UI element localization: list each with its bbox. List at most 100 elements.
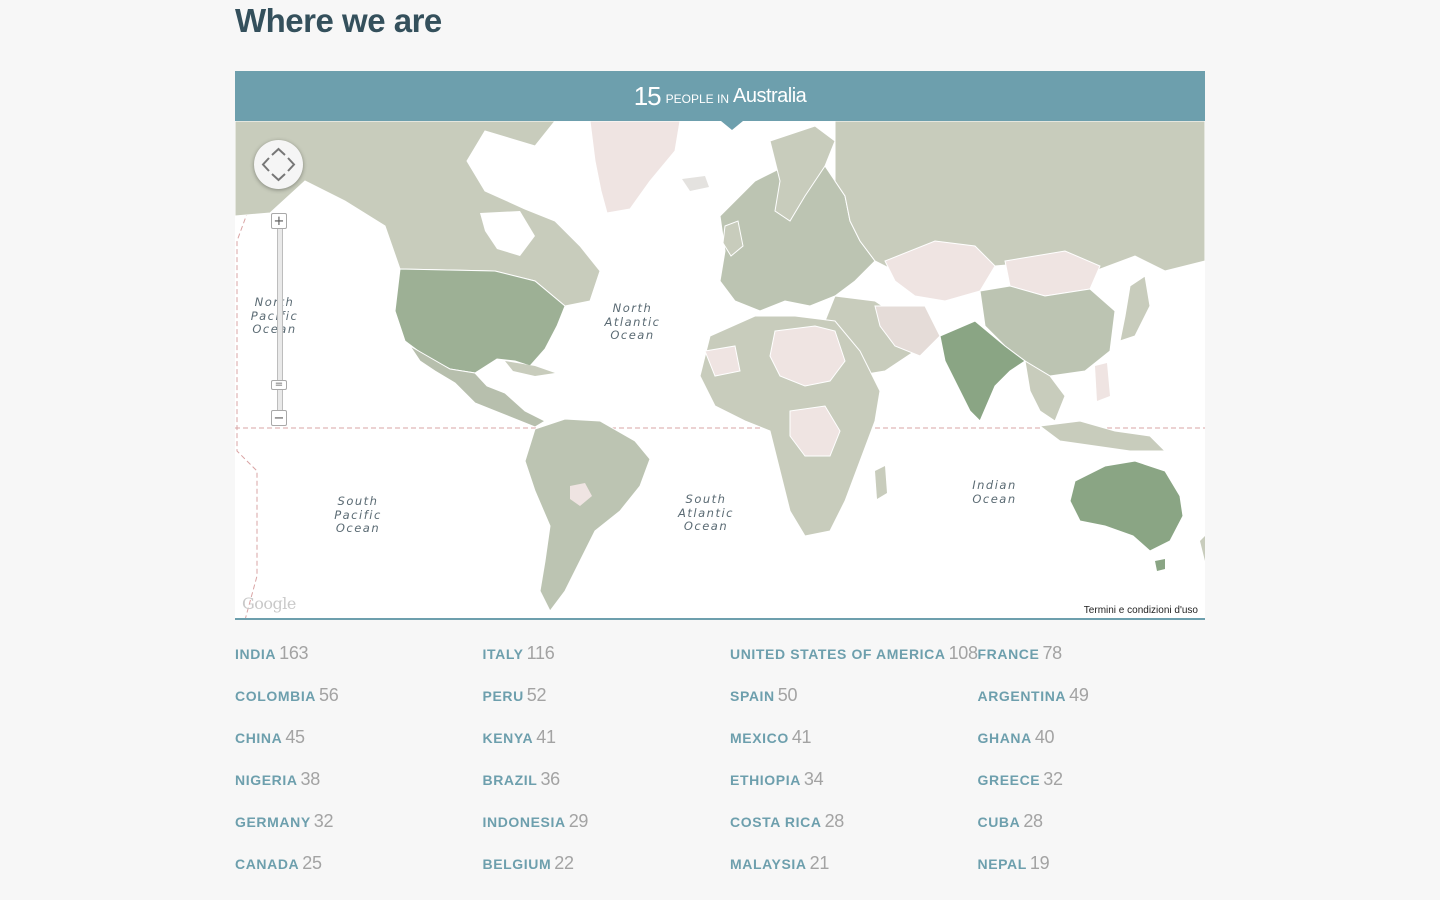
country-count: 32 [1043, 769, 1063, 789]
zoom-in-button[interactable]: + [271, 213, 287, 229]
country-name: Brazil [482, 772, 538, 788]
country-stat[interactable]: Indonesia 29 [483, 808, 731, 850]
country-count: 41 [536, 727, 556, 747]
google-logo[interactable]: Google [242, 594, 296, 613]
country-count: 41 [791, 727, 812, 747]
country-stat[interactable]: Germany 32 [235, 808, 483, 850]
country-name: Mexico [730, 730, 789, 746]
country-stat[interactable]: United States of America 108 [730, 640, 978, 682]
country-stat[interactable]: Peru 52 [483, 682, 731, 724]
world-map-graphic [235, 121, 1205, 618]
country-stat[interactable]: Argentina 49 [978, 682, 1226, 724]
country-stat[interactable]: Greece 32 [978, 766, 1226, 808]
country-count: 45 [285, 727, 305, 747]
country-stat[interactable]: Italy 116 [483, 640, 731, 682]
country-stat[interactable]: Kenya 41 [483, 724, 731, 766]
country-count: 29 [568, 811, 589, 831]
country-count: 34 [803, 769, 824, 789]
banner-country: Australia [732, 84, 807, 107]
country-name: Greece [977, 772, 1041, 788]
country-stat[interactable]: China 45 [235, 724, 483, 766]
country-stat[interactable]: Malaysia 21 [730, 850, 978, 892]
country-stat[interactable]: Spain 50 [730, 682, 978, 724]
country-stat[interactable]: Ghana 40 [978, 724, 1226, 766]
country-stat[interactable]: Nigeria 38 [235, 766, 483, 808]
country-name: Cuba [977, 814, 1021, 830]
country-name: Costa Rica [730, 814, 822, 830]
country-name: Malaysia [730, 856, 807, 872]
map-card: 15 people in Australia [235, 71, 1205, 620]
country-stat[interactable]: Nepal 19 [978, 850, 1226, 892]
country-stat[interactable]: Mexico 41 [730, 724, 978, 766]
country-count: 36 [540, 769, 560, 789]
map-russia [834, 121, 1205, 272]
country-name: France [977, 646, 1040, 662]
date-line [236, 180, 260, 618]
map-australia [1069, 460, 1184, 552]
country-name: India [235, 646, 277, 662]
ocean-label-north-atlantic: North Atlantic Ocean [604, 301, 661, 342]
country-stat[interactable]: Ethiopia 34 [730, 766, 978, 808]
country-name: Ethiopia [730, 772, 801, 788]
map-indonesia [1038, 420, 1167, 452]
country-stat[interactable]: Brazil 36 [483, 766, 731, 808]
pan-arrows-icon [261, 147, 296, 182]
country-count: 38 [300, 769, 321, 789]
country-name: Kenya [482, 730, 534, 746]
country-count: 50 [777, 685, 798, 705]
page-title: Where we are [235, 2, 442, 39]
country-name: Peru [482, 688, 524, 704]
country-name: China [235, 730, 283, 746]
country-name: Indonesia [482, 814, 566, 830]
country-name: Spain [730, 688, 775, 704]
country-count: 28 [824, 811, 845, 831]
country-count: 78 [1042, 643, 1062, 663]
map-south-america [524, 418, 651, 612]
country-count: 116 [526, 643, 555, 663]
country-name: Germany [235, 814, 311, 830]
terms-link[interactable]: Termini e condizioni d'uso [1082, 604, 1199, 618]
country-count: 163 [279, 643, 309, 663]
country-count: 56 [319, 685, 339, 705]
country-count: 40 [1034, 727, 1055, 747]
country-count: 108 [948, 643, 978, 663]
country-stat[interactable]: Colombia 56 [235, 682, 483, 724]
map-banner: 15 people in Australia [235, 71, 1205, 121]
country-count: 28 [1023, 811, 1043, 831]
country-count: 22 [554, 853, 574, 873]
country-name: Argentina [977, 688, 1067, 704]
country-stat[interactable]: Costa Rica 28 [730, 808, 978, 850]
country-name: Belgium [482, 856, 552, 872]
ocean-label-south-atlantic: South Atlantic Ocean [678, 492, 734, 533]
country-name: Nepal [977, 856, 1027, 872]
map-new-zealand [1200, 536, 1205, 561]
country-stat[interactable]: Canada 25 [235, 850, 483, 892]
country-count: 52 [526, 685, 547, 705]
banner-pointer [721, 121, 743, 130]
country-count: 49 [1069, 685, 1089, 705]
country-name: Canada [235, 856, 300, 872]
ocean-label-north-pacific: North Pacific Ocean [250, 295, 299, 336]
country-count: 25 [302, 853, 322, 873]
country-name: United States of America [730, 646, 946, 662]
country-stat[interactable]: Belgium 22 [483, 850, 731, 892]
country-name: Ghana [977, 730, 1032, 746]
ocean-label-indian: Indian Ocean [972, 478, 1017, 506]
map-iceland [682, 176, 709, 191]
zoom-out-button[interactable]: − [271, 410, 287, 426]
country-count: 21 [809, 853, 830, 873]
country-stat[interactable]: India 163 [235, 640, 483, 682]
country-name: Italy [482, 646, 524, 662]
world-map[interactable]: + = − North Pacific Ocean North Atlantic… [235, 121, 1205, 620]
country-count: 32 [313, 811, 334, 831]
banner-mid-text: people in [665, 92, 729, 106]
map-philippines [1095, 363, 1110, 401]
ocean-label-south-pacific: South Pacific Ocean [334, 494, 382, 535]
country-stat[interactable]: Cuba 28 [978, 808, 1226, 850]
country-stat[interactable]: France 78 [978, 640, 1226, 682]
map-greenland [589, 121, 681, 214]
map-pan-control[interactable] [254, 140, 303, 189]
country-name: Colombia [235, 688, 317, 704]
zoom-slider-handle[interactable]: = [271, 380, 287, 390]
country-name: Nigeria [235, 772, 298, 788]
